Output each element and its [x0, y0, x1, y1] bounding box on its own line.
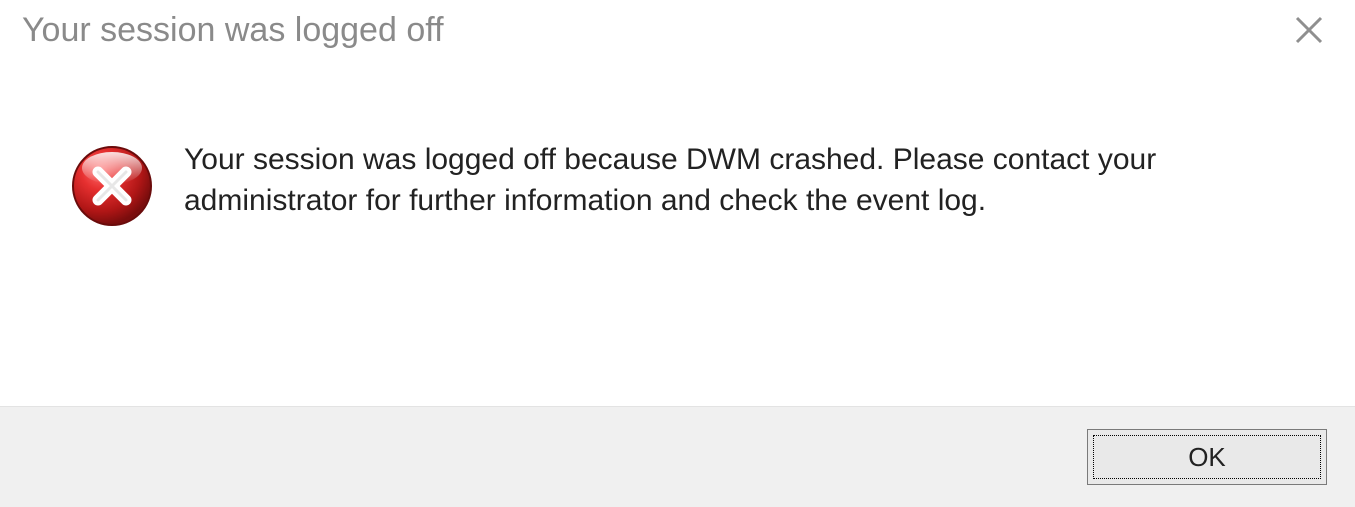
dialog-title: Your session was logged off — [22, 11, 444, 50]
close-button[interactable] — [1285, 6, 1333, 54]
close-icon — [1294, 15, 1324, 45]
error-icon — [70, 144, 154, 233]
dialog-body: Your session was logged off because DWM … — [0, 60, 1355, 406]
dialog-message: Your session was logged off because DWM … — [184, 140, 1264, 221]
ok-button[interactable]: OK — [1087, 429, 1327, 485]
error-dialog: Your session was logged off — [0, 0, 1355, 507]
button-row: OK — [0, 406, 1355, 507]
ok-button-label: OK — [1188, 442, 1226, 473]
title-bar: Your session was logged off — [0, 0, 1355, 60]
